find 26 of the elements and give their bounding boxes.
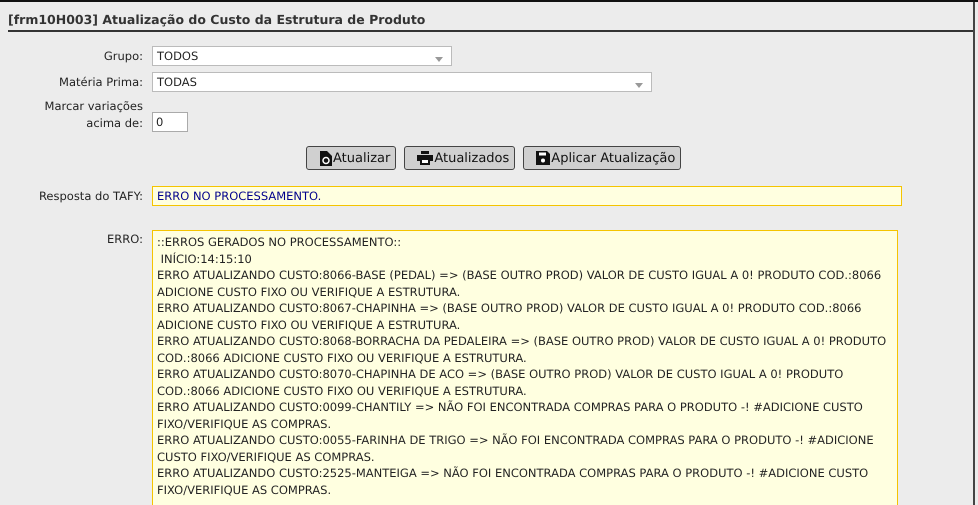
action-button[interactable]: Aplicar Atualização xyxy=(523,146,682,170)
dropdown-select[interactable]: TODAS xyxy=(152,72,652,92)
field-label: Matéria Prima: xyxy=(58,74,143,90)
field-label: Grupo: xyxy=(102,48,143,64)
error-log-line: ::ERROS GERADOS NO PROCESSAMENTO:: xyxy=(157,234,402,250)
refresh-document-icon xyxy=(319,150,332,166)
field-label: Resposta do TAFY: xyxy=(38,188,143,204)
dropdown-caret-icon xyxy=(635,82,643,88)
error-log-line: ERRO ATUALIZANDO CUSTO:8067-CHAPINHA => (BASE OUTRO PROD) VALOR DE CUSTO IGUAL A 0! PRODUTO COD.:8066 ADICIONE CUSTO FIXO OU VERIFIQUE A ESTRUTURA. xyxy=(157,300,862,333)
error-log-line: ERRO ATUALIZANDO CUSTO:8066-BASE (PEDAL) => (BASE OUTRO PROD) VALOR DE CUSTO IGUAL A 0! PRODUTO COD.:8066 ADICIONE CUSTO FIXO OU VERIFIQUE A ESTRUTURA. xyxy=(157,267,882,300)
error-log-line: ERRO ATUALIZANDO CUSTO:2525-MANTEIGA => NÃO FOI ENCONTRADA COMPRAS PARA O PRODUTO -! #ADICIONE CUSTO FIXO/VERIFIQUE AS COMPRAS. xyxy=(157,465,870,498)
error-log-line: ERRO ATUALIZANDO CUSTO:0055-FARINHA DE TRIGO => NÃO FOI ENCONTRADA COMPRAS PARA O PRODUTO -! #ADICIONE CUSTO FIXO/VERIFIQUE AS COMPRAS. xyxy=(157,432,875,465)
error-log-line: ERRO ATUALIZANDO CUSTO:0099-CHANTILY => NÃO FOI ENCONTRADA COMPRAS PARA O PRODUTO -! #ADICIONE CUSTO FIXO/VERIFIQUE AS COMPRAS. xyxy=(157,399,864,432)
printer-icon xyxy=(417,151,434,165)
field-label: Marcar variações acima de: xyxy=(44,98,143,132)
error-log-line: ERRO ATUALIZANDO CUSTO:8068-BORRACHA DA PEDALEIRA => (BASE OUTRO PROD) VALOR DE CUSTO IGUAL A 0! PRODUTO COD.:8066 ADICIONE CUSTO FIXO OU VERIFIQUE A ESTRUTURA. xyxy=(157,333,888,366)
action-button[interactable]: Atualizar xyxy=(306,146,396,170)
action-button[interactable]: Atualizados xyxy=(404,146,516,170)
input-field[interactable]: 0 xyxy=(152,112,188,132)
field-label: ERRO: xyxy=(106,231,143,248)
response-field: ERRO NO PROCESSAMENTO. xyxy=(152,186,902,206)
dropdown-select[interactable]: TODOS xyxy=(152,46,452,66)
dropdown-caret-icon xyxy=(435,56,443,62)
error-log-line: ERRO ATUALIZANDO CUSTO:8070-CHAPINHA DE ACO => (BASE OUTRO PROD) VALOR DE CUSTO IGUAL A 0! PRODUTO COD.:8066 ADICIONE CUSTO FIXO OU VERIFIQUE A ESTRUTURA. xyxy=(157,366,844,399)
error-log-line: INÍCIO:14:15:10 xyxy=(160,250,253,267)
form-title: [frm10H003] Atualização do Custo da Estrutura de Produto xyxy=(8,2,973,32)
